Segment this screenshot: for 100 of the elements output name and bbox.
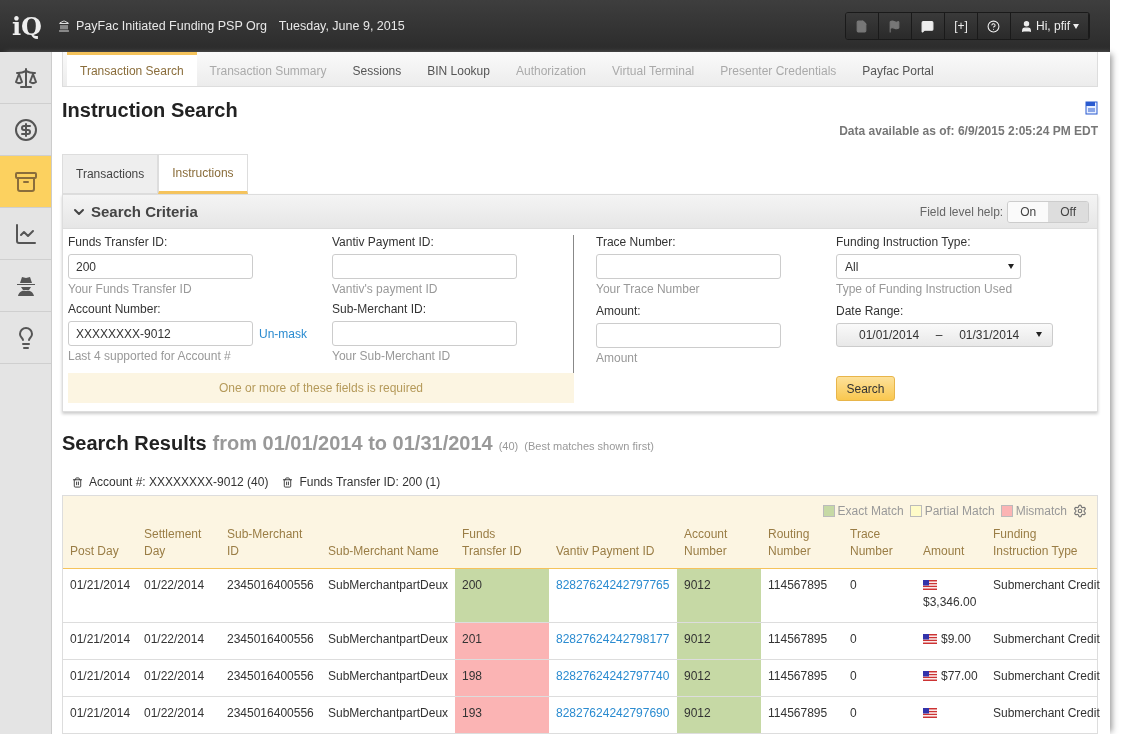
column-header[interactable]: Amount: [916, 522, 986, 569]
results-note: (Best matches shown first): [524, 440, 654, 452]
filter-label: Funds Transfer ID: 200 (1): [299, 475, 441, 489]
nav-tab[interactable]: Sessions: [339, 52, 415, 86]
amount-text: $9.00: [941, 631, 972, 647]
column-header[interactable]: Routing Number: [761, 522, 843, 569]
table-cell: 01/21/2014: [63, 622, 137, 660]
table-cell: 9012: [677, 696, 761, 734]
us-flag-icon: [923, 634, 937, 644]
dollar-circle-icon: [13, 117, 38, 142]
page-title: Instruction Search: [62, 99, 238, 122]
start-date: 01/01/2014: [859, 327, 920, 342]
filter-label: Account #: XXXXXXXX-9012 (40): [89, 475, 269, 489]
column-header[interactable]: Settlement Day: [137, 522, 220, 569]
legend-label: Partial Match: [924, 504, 995, 518]
panel-title: Search Criteria: [91, 203, 198, 220]
payment-id-link[interactable]: 82827624242797690: [556, 706, 670, 720]
input-field[interactable]: XXXXXXXX-9012: [68, 321, 253, 346]
table-cell: 9012: [677, 622, 761, 660]
table-cell: 9012: [677, 568, 761, 623]
table-cell: 0: [843, 568, 916, 623]
caret-icon: [1035, 332, 1042, 338]
table-cell: SubMerchantpartDeux: [321, 568, 455, 623]
input-field[interactable]: [332, 321, 517, 346]
table-cell: 0: [843, 622, 916, 660]
field-label: Trace Number:: [596, 235, 677, 249]
amount-text: $3,346.00: [923, 594, 977, 610]
results-range: from 01/01/2014 to 01/31/2014: [212, 432, 493, 455]
column-header[interactable]: Sub-Merchant ID: [220, 522, 321, 569]
table-cell: 2345016400556: [220, 568, 321, 623]
search-button[interactable]: Search: [836, 376, 895, 402]
settings-icon[interactable]: [1073, 504, 1087, 518]
unmask-link[interactable]: Un-mask: [259, 326, 307, 341]
table-cell: SubMerchantpartDeux: [321, 659, 455, 697]
comment-icon: [921, 19, 935, 33]
column-header[interactable]: Funds Transfer ID: [455, 522, 549, 569]
chart-icon: [13, 221, 38, 246]
legend-label: Exact Match: [837, 504, 904, 518]
table-cell: 2345016400556: [220, 622, 321, 660]
table-cell: 01/22/2014: [137, 568, 220, 623]
cabinet-icon: [13, 169, 38, 194]
field-hint: Last 4 supported for Account #: [68, 349, 232, 363]
table-cell: 114567895: [761, 696, 843, 734]
column-header[interactable]: Account Number: [677, 522, 761, 569]
trash-icon[interactable]: [282, 476, 294, 488]
payment-id-link[interactable]: 82827624242797740: [556, 669, 670, 683]
range-separator: –: [935, 327, 943, 342]
export-icon: [1085, 101, 1098, 115]
add-button[interactable]: [+]: [945, 13, 978, 39]
field-hint: Your Trace Number: [596, 282, 701, 296]
sidebar-item[interactable]: [0, 156, 51, 208]
toggle-option[interactable]: On: [1008, 201, 1049, 222]
table-cell: 01/21/2014: [63, 568, 137, 623]
help-button[interactable]: [978, 13, 1011, 39]
column-header[interactable]: Funding Instruction Type: [986, 522, 1097, 569]
user-menu-button[interactable]: Hi, pfif: [1011, 13, 1089, 39]
type-select[interactable]: All: [836, 254, 1021, 279]
nav-tab[interactable]: Transaction Search: [67, 52, 197, 86]
table-cell: 9012: [677, 659, 761, 697]
column-header[interactable]: Trace Number: [843, 522, 916, 569]
input-field[interactable]: 200: [68, 254, 253, 279]
field-label: Funding Instruction Type:: [836, 235, 972, 249]
column-header[interactable]: Post Day: [63, 522, 137, 569]
input-field[interactable]: [596, 254, 781, 279]
help-label: Field level help:: [919, 204, 1004, 219]
search-tab[interactable]: Instructions: [158, 154, 248, 194]
table-cell: 114567895: [761, 568, 843, 623]
nav-tab[interactable]: BIN Lookup: [414, 52, 503, 86]
date-range-picker[interactable]: 01/01/2014 – 01/31/2014: [836, 322, 1053, 347]
toggle-option[interactable]: Off: [1048, 201, 1088, 222]
field-hint: Vantiv's payment ID: [332, 282, 439, 296]
table-cell: 200: [455, 568, 549, 623]
table-cell: 114567895: [761, 659, 843, 697]
field-hint: Your Funds Transfer ID: [68, 282, 193, 296]
table-cell: SubMerchantpartDeux: [321, 696, 455, 734]
table-cell: 114567895: [761, 622, 843, 660]
table-cell: 2345016400556: [220, 696, 321, 734]
logo: iQ: [12, 11, 44, 41]
comment-button[interactable]: [912, 13, 945, 39]
input-field[interactable]: [596, 322, 781, 348]
us-flag-icon: [923, 708, 937, 718]
table-cell: 0: [843, 659, 916, 697]
table-cell: 01/21/2014: [63, 659, 137, 697]
table-cell: 201: [455, 622, 549, 660]
search-tab[interactable]: Transactions: [62, 154, 159, 194]
input-field[interactable]: [332, 254, 517, 279]
nav-tab[interactable]: Payfac Portal: [849, 52, 947, 86]
payment-id-link[interactable]: 82827624242797765: [556, 578, 670, 592]
trash-icon[interactable]: [72, 476, 83, 488]
field-hint: Amount: [596, 350, 639, 365]
end-date: 01/31/2014: [959, 327, 1020, 342]
field-label: Amount:: [596, 303, 642, 318]
column-header[interactable]: Sub-Merchant Name: [321, 522, 455, 569]
table-cell: 198: [455, 659, 549, 697]
payment-id-link[interactable]: 82827624242798177: [556, 632, 670, 646]
us-flag-icon: [923, 580, 937, 590]
column-header[interactable]: Vantiv Payment ID: [549, 522, 677, 569]
legend-label: Mismatch: [1015, 504, 1067, 518]
user-icon: [1020, 19, 1033, 33]
field-label: Date Range:: [836, 303, 905, 318]
